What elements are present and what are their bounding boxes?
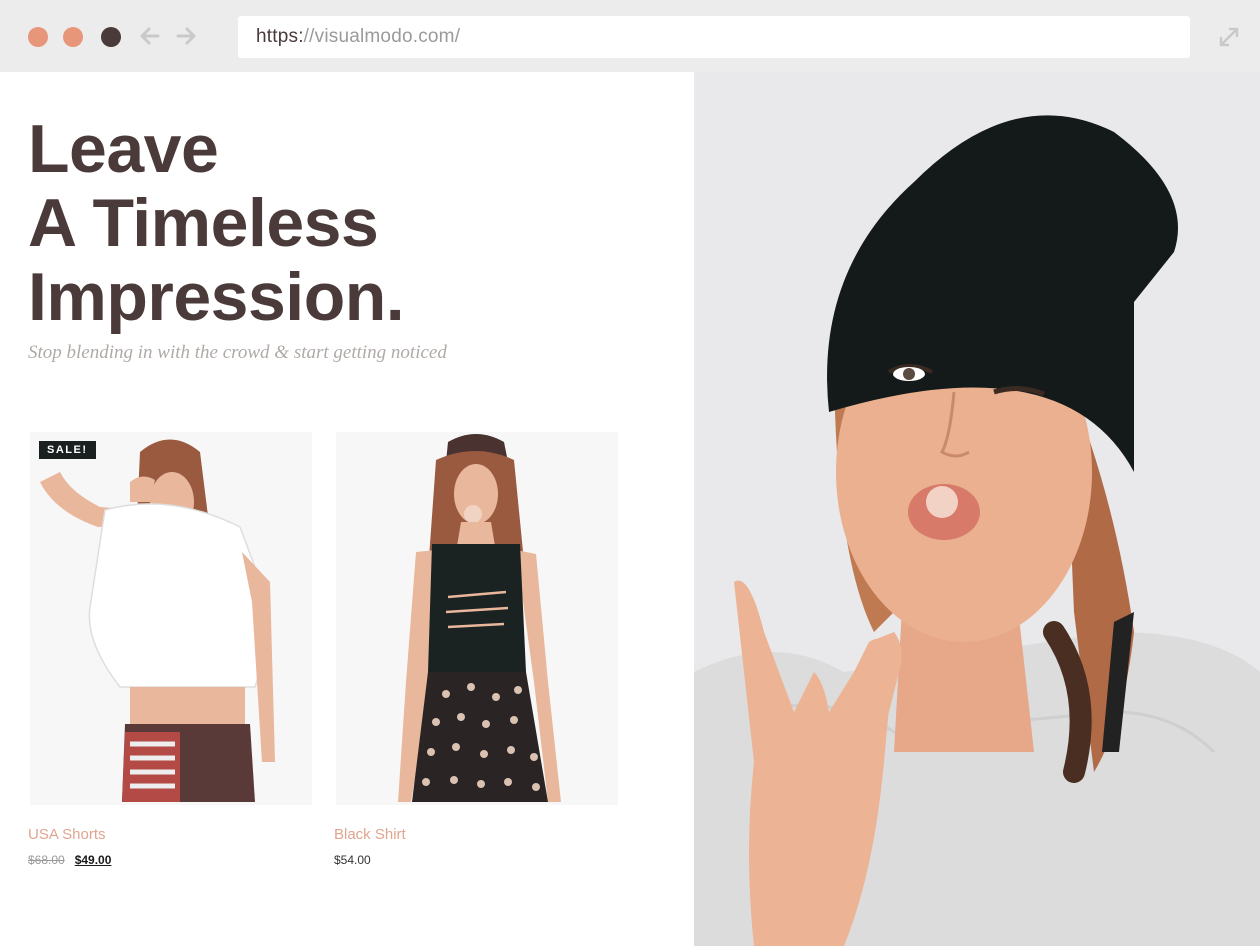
product-price: $68.00 $49.00 <box>28 853 111 867</box>
back-arrow-icon[interactable] <box>138 24 162 48</box>
hero-title: Leave A Timeless Impression. <box>28 112 668 334</box>
hero-title-line-3: Impression. <box>28 259 405 335</box>
address-bar-url: https://visualmodo.com/ <box>256 26 460 48</box>
product-card[interactable]: SALE! USA Shorts $68.00 $49.00 <box>28 432 312 867</box>
product-card[interactable]: Black Shirt $54.00 <box>334 432 618 867</box>
window-maximize-button[interactable] <box>101 27 121 47</box>
forward-arrow-icon[interactable] <box>174 24 198 48</box>
url-path: //visualmodo.com/ <box>303 26 461 47</box>
product-regular-price: $54.00 <box>334 853 371 867</box>
sale-badge: SALE! <box>39 441 96 459</box>
product-image[interactable]: SALE! <box>30 432 312 805</box>
product-image[interactable] <box>336 432 618 805</box>
address-bar[interactable]: https://visualmodo.com/ <box>238 16 1190 58</box>
url-scheme: https: <box>256 26 304 47</box>
window-minimize-button[interactable] <box>63 27 83 47</box>
product-name[interactable]: Black Shirt <box>334 826 406 843</box>
hero-title-line-2: A Timeless <box>28 185 379 261</box>
product-sale-price: $49.00 <box>74 853 112 867</box>
product-price: $54.00 <box>334 853 371 867</box>
window-close-button[interactable] <box>28 27 48 47</box>
product-old-price: $68.00 <box>28 853 65 867</box>
expand-icon[interactable] <box>1218 26 1240 48</box>
product-name[interactable]: USA Shorts <box>28 826 106 843</box>
hero-title-line-1: Leave <box>28 111 219 187</box>
browser-chrome: https://visualmodo.com/ <box>0 0 1260 72</box>
hero-tagline: Stop blending in with the crowd & start … <box>28 342 447 363</box>
hero-image <box>694 72 1260 946</box>
